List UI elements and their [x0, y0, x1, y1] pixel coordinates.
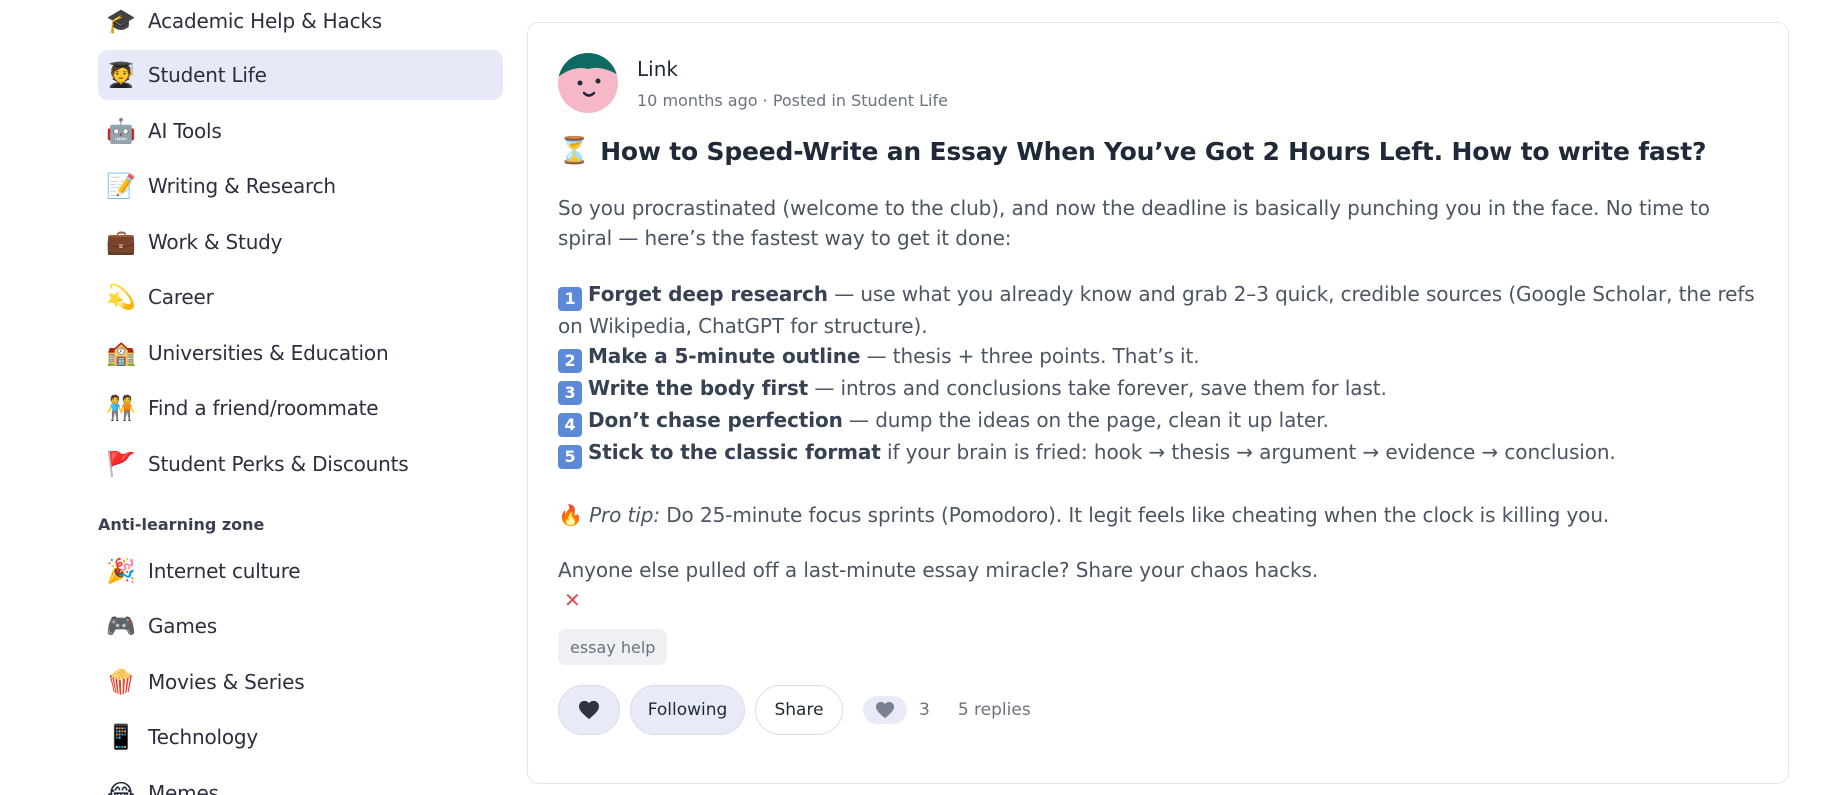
keycap-1-icon: 1	[558, 287, 582, 311]
heart-icon	[876, 701, 894, 719]
avatar-face-icon	[558, 53, 618, 113]
page: 🎓 Academic Help & Hacks 🧑‍🎓 Student Life…	[0, 0, 1848, 795]
avatar[interactable]	[558, 53, 618, 113]
sidebar-item-label: Find a friend/roommate	[148, 396, 379, 420]
school-icon: 🏫	[106, 339, 136, 367]
post-card: Link 10 months ago · Posted in Student L…	[527, 22, 1789, 784]
sidebar-item-label: Universities & Education	[148, 341, 389, 365]
post-actions: Following Share 3 5 replies	[558, 685, 1031, 735]
sidebar-item-career[interactable]: 💫 Career	[98, 272, 503, 322]
list-item: 5 Stick to the classic format if your bra…	[558, 437, 1758, 469]
sidebar-item-ai-tools[interactable]: 🤖 AI Tools	[98, 106, 503, 156]
heart-icon	[579, 700, 599, 720]
pro-tip: 🔥 Pro tip: Do 25-minute focus sprints (P…	[558, 500, 1758, 530]
post-intro: So you procrastinated (welcome to the cl…	[558, 196, 1710, 250]
keycap-3-icon: 3	[558, 381, 582, 405]
list-item: 3 Write the body first — intros and concl…	[558, 373, 1758, 405]
party-popper-icon: 🎉	[106, 557, 136, 585]
step-text: — dump the ideas on the page, clean it u…	[842, 408, 1329, 432]
sidebar-item-label: Movies & Series	[148, 670, 305, 694]
sidebar-item-label: Technology	[148, 725, 259, 749]
tag-chip[interactable]: essay help	[558, 629, 668, 665]
pro-tip-label: Pro tip:	[589, 503, 660, 527]
sidebar-item-label: Student Life	[148, 63, 267, 87]
sidebar-item-academic-help[interactable]: 🎓 Academic Help & Hacks	[98, 0, 503, 46]
briefcase-icon: 💼	[106, 228, 136, 256]
memo-icon: 📝	[106, 172, 136, 200]
like-count-value: 3	[919, 700, 930, 720]
step-title: Don’t chase perfection	[588, 408, 843, 432]
step-title: Forget deep research	[588, 282, 828, 306]
step-text: — thesis + three points. That’s it.	[860, 344, 1200, 368]
dizzy-star-icon: 💫	[106, 283, 136, 311]
student-icon: 🧑‍🎓	[106, 61, 136, 89]
tears-of-joy-icon: 😂	[106, 779, 136, 795]
keycap-5-icon: 5	[558, 445, 582, 469]
step-title: Stick to the classic format	[588, 440, 881, 464]
sidebar-item-label: Memes	[148, 781, 219, 795]
sidebar-item-student-life[interactable]: 🧑‍🎓 Student Life	[98, 50, 503, 100]
keycap-2-icon: 2	[558, 349, 582, 373]
section-heading: Anti-learning zone	[98, 515, 265, 534]
sidebar-item-label: Academic Help & Hacks	[148, 9, 382, 33]
share-button[interactable]: Share	[755, 685, 843, 735]
sidebar-item-internet-culture[interactable]: 🎉 Internet culture	[98, 546, 503, 596]
posted-in-prefix: · Posted in	[762, 91, 846, 110]
people-holding-hands-icon: 🧑‍🤝‍🧑	[106, 394, 136, 422]
sidebar-item-label: Games	[148, 614, 217, 638]
post-title: ⏳ How to Speed-Write an Essay When You’v…	[558, 136, 1706, 166]
post-title-text: How to Speed-Write an Essay When You’ve …	[600, 136, 1707, 166]
sidebar-item-work-study[interactable]: 💼 Work & Study	[98, 217, 503, 267]
list-item: 2 Make a 5-minute outline — thesis + thre…	[558, 341, 1758, 373]
hourglass-icon: ⏳	[558, 136, 591, 166]
step-title: Write the body first	[588, 376, 809, 400]
robot-icon: 🤖	[106, 117, 136, 145]
sidebar-item-find-friend[interactable]: 🧑‍🤝‍🧑 Find a friend/roommate	[98, 383, 503, 433]
list-item: 1 Forget deep research — use what you alr…	[558, 279, 1758, 341]
sidebar-item-memes[interactable]: 😂 Memes	[98, 768, 503, 795]
post-meta: 10 months ago · Posted in Student Life	[637, 91, 948, 110]
sidebar-item-movies-series[interactable]: 🍿 Movies & Series	[98, 657, 503, 707]
replies-count[interactable]: 5 replies	[958, 700, 1031, 720]
sidebar-item-games[interactable]: 🎮 Games	[98, 601, 503, 651]
author-name[interactable]: Link	[637, 57, 678, 81]
post-time: 10 months ago	[637, 91, 758, 110]
sidebar-item-label: Career	[148, 285, 214, 309]
keycap-4-icon: 4	[558, 413, 582, 437]
sidebar-item-student-perks[interactable]: 🚩 Student Perks & Discounts	[98, 439, 503, 489]
fire-icon: 🔥	[558, 503, 583, 527]
post-category-link[interactable]: Student Life	[851, 91, 948, 110]
step-text: if your brain is fried: hook → thesis → …	[880, 440, 1616, 464]
close-icon[interactable]: ✕	[564, 588, 581, 612]
sidebar-item-label: Internet culture	[148, 559, 301, 583]
like-button[interactable]	[558, 685, 620, 735]
like-count: 3	[863, 696, 930, 724]
sidebar-item-label: Work & Study	[148, 230, 283, 254]
post-outro: Anyone else pulled off a last-minute ess…	[558, 558, 1319, 582]
sidebar-item-writing-research[interactable]: 📝 Writing & Research	[98, 161, 503, 211]
popcorn-icon: 🍿	[106, 668, 136, 696]
step-text: — intros and conclusions take forever, s…	[808, 376, 1387, 400]
game-controller-icon: 🎮	[106, 612, 136, 640]
list-item: 4 Don’t chase perfection — dump the ideas…	[558, 405, 1758, 437]
mobile-phone-icon: 📱	[106, 723, 136, 751]
sidebar-item-label: Writing & Research	[148, 174, 336, 198]
heart-badge	[863, 696, 907, 724]
sidebar-item-label: AI Tools	[148, 119, 222, 143]
pro-tip-text: Do 25-minute focus sprints (Pomodoro). I…	[660, 503, 1610, 527]
red-flag-icon: 🚩	[106, 450, 136, 478]
graduation-cap-icon: 🎓	[106, 7, 136, 35]
sidebar-item-label: Student Perks & Discounts	[148, 452, 409, 476]
sidebar-item-universities[interactable]: 🏫 Universities & Education	[98, 328, 503, 378]
post-steps: 1 Forget deep research — use what you alr…	[558, 279, 1758, 469]
sidebar-item-technology[interactable]: 📱 Technology	[98, 712, 503, 762]
step-title: Make a 5-minute outline	[588, 344, 861, 368]
following-button[interactable]: Following	[630, 685, 745, 735]
